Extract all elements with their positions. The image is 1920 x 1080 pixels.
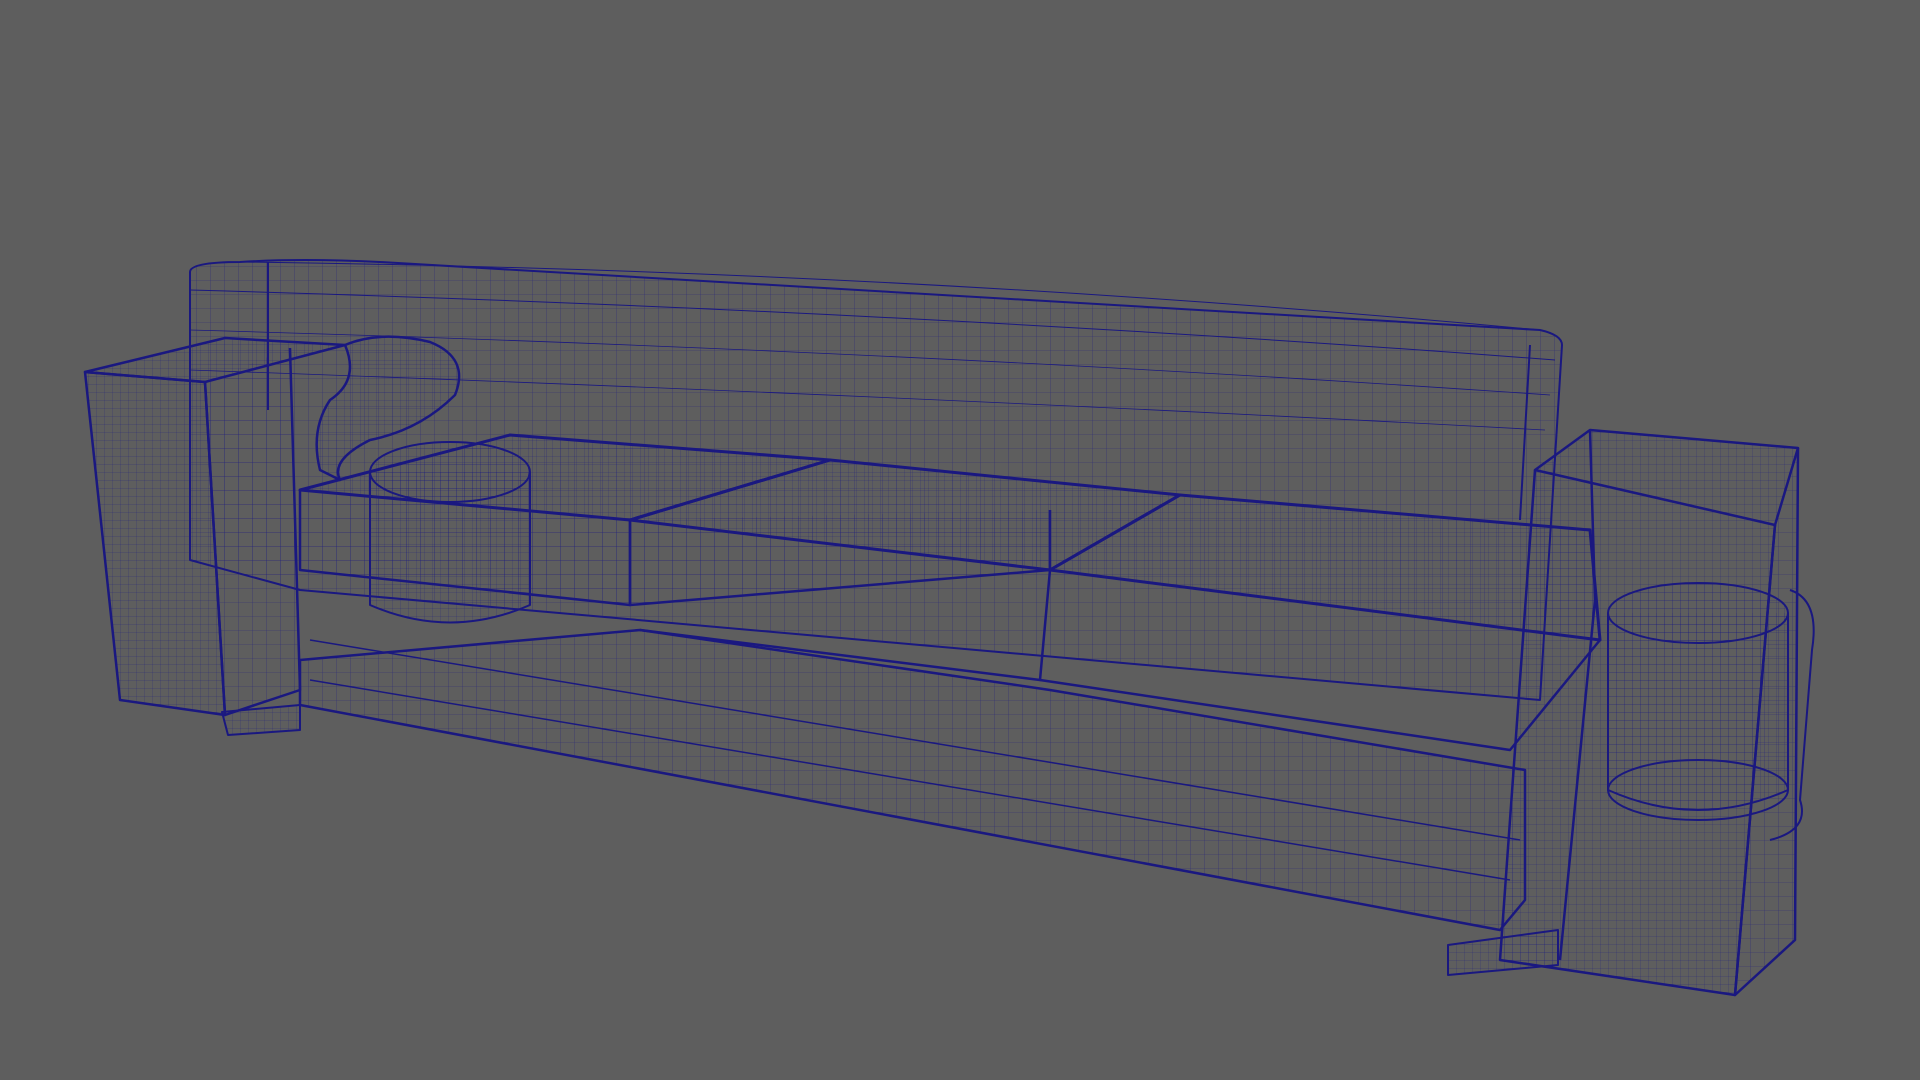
sofa-wireframe-model[interactable] [0,0,1920,1080]
right-foot [1447,929,1559,976]
right-bolster [1607,582,1815,841]
3d-viewport[interactable] [0,0,1920,1080]
